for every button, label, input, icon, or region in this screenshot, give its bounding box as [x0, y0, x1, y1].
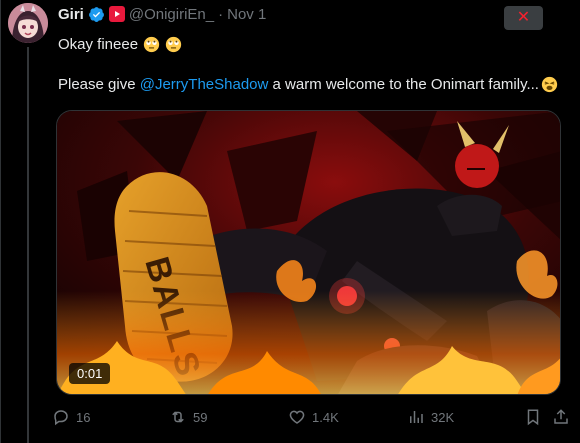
separator-dot: · [218, 5, 224, 23]
reply-count: 16 [76, 409, 91, 425]
close-button[interactable]: ✕ [504, 6, 543, 30]
views-icon [410, 411, 423, 423]
views-button[interactable]: 32K [407, 408, 454, 426]
tweet-date[interactable]: Nov 1 [227, 6, 266, 23]
repost-count: 59 [193, 409, 208, 425]
like-button[interactable]: 1.4K [288, 408, 339, 426]
repost-icon [172, 411, 184, 423]
tweet-text-suffix: a warm welcome to the Onimart family... [268, 76, 539, 93]
repost-button[interactable]: 59 [169, 408, 207, 426]
share-icon [554, 409, 568, 424]
youtube-badge-icon [108, 6, 125, 22]
views-count: 32K [431, 409, 455, 425]
tired-face-emoji [541, 76, 558, 93]
like-count: 1.4K [312, 409, 339, 425]
tweet-text-prefix: Please give [58, 76, 140, 93]
tweet-text-line-1: Okay fineee [58, 36, 182, 53]
rolling-eyes-emoji [165, 36, 182, 53]
bookmark-icon [527, 409, 539, 426]
bookmark-button[interactable] [524, 408, 542, 426]
thread-line [27, 47, 29, 443]
close-icon: ✕ [516, 9, 531, 26]
action-bar: 16 59 1.4K 32K [52, 408, 568, 432]
reply-button[interactable]: 16 [52, 408, 90, 426]
rolling-eyes-emoji [143, 36, 160, 53]
avatar[interactable] [8, 3, 48, 43]
tweet-header: Giri @OnigiriEn_ · Nov 1 [58, 4, 266, 24]
author-name[interactable]: Giri [58, 6, 84, 23]
reply-icon [54, 410, 68, 426]
share-button[interactable] [552, 408, 570, 426]
tweet-text-1: Okay fineee [58, 36, 139, 53]
mention-link[interactable]: @JerryTheShadow [140, 76, 269, 93]
author-handle[interactable]: @OnigiriEn_ [129, 6, 214, 23]
video-media[interactable]: BALLS 0:01 [56, 110, 561, 395]
column-border [0, 0, 1, 443]
verified-icon [88, 6, 104, 22]
video-duration: 0:01 [69, 363, 111, 384]
like-icon [289, 410, 305, 424]
tweet-text-line-2: Please give @JerryTheShadow a warm welco… [58, 76, 558, 93]
video-thumbnail: BALLS [57, 111, 560, 394]
